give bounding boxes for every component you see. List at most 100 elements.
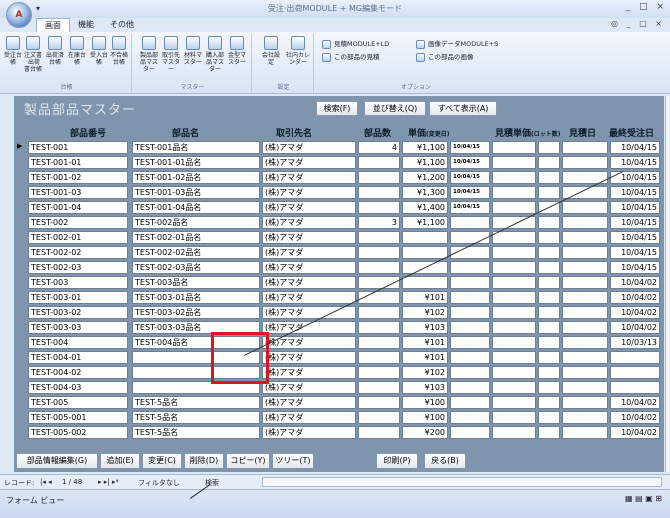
ledger-order-button[interactable]: 受注台帳 — [4, 36, 22, 66]
cell-date[interactable]: 10/04/15 — [450, 201, 490, 214]
cell-date[interactable] — [450, 351, 490, 364]
cell-last[interactable] — [610, 381, 660, 394]
cell-cust[interactable]: (株)アマダ — [262, 171, 356, 184]
table-row[interactable]: TEST-001-02 TEST-001-02品名 (株)アマダ ¥1,200 10/0… — [14, 170, 664, 185]
cell-no[interactable]: TEST-001-04 — [28, 201, 128, 214]
cell-qprice[interactable] — [492, 186, 536, 199]
cell-qdate[interactable] — [562, 351, 608, 364]
cell-qdate[interactable] — [562, 141, 608, 154]
table-row[interactable]: TEST-001-01 TEST-001-01品名 (株)アマダ ¥1,100 10/0… — [14, 155, 664, 170]
cell-last[interactable]: 10/04/02 — [610, 426, 660, 439]
close-icon[interactable]: × — [656, 2, 664, 12]
cell-no[interactable]: TEST-001 — [28, 141, 128, 154]
cell-date[interactable] — [450, 336, 490, 349]
quote-module-button[interactable]: 見積MODULE+LD — [322, 38, 389, 49]
cell-name[interactable]: TEST-002-03品名 — [132, 261, 260, 274]
cell-qlot[interactable] — [538, 231, 560, 244]
cell-count[interactable] — [358, 306, 400, 319]
cell-no[interactable]: TEST-001-01 — [28, 156, 128, 169]
cell-price[interactable]: ¥102 — [402, 366, 448, 379]
table-row[interactable]: TEST-002 TEST-002品名 (株)アマダ 3 ¥1,100 10/04/15 — [14, 215, 664, 230]
vertical-scrollbar[interactable] — [665, 96, 670, 472]
cell-cust[interactable]: (株)アマダ — [262, 141, 356, 154]
cell-price[interactable]: ¥103 — [402, 321, 448, 334]
filter-status[interactable]: フィルタなし — [138, 478, 180, 488]
cell-no[interactable]: TEST-001-02 — [28, 171, 128, 184]
calendar-button[interactable]: 社内カレンダー — [286, 36, 310, 66]
cell-price[interactable] — [402, 231, 448, 244]
print-button[interactable]: 印刷(P) — [376, 453, 418, 469]
cell-qprice[interactable] — [492, 396, 536, 409]
horizontal-scrollbar[interactable] — [262, 477, 662, 487]
cell-date[interactable] — [450, 366, 490, 379]
cell-count[interactable]: 4 — [358, 141, 400, 154]
cell-qlot[interactable] — [538, 366, 560, 379]
table-row[interactable]: TEST-004-03 (株)アマダ ¥103 — [14, 380, 664, 395]
cell-price[interactable] — [402, 276, 448, 289]
cell-qprice[interactable] — [492, 426, 536, 439]
table-row[interactable]: TEST-002-03 TEST-002-03品名 (株)アマダ 10/04/15 — [14, 260, 664, 275]
cell-qlot[interactable] — [538, 381, 560, 394]
doc-minimize-icon[interactable]: _ — [627, 19, 631, 28]
master-purchase-button[interactable]: 購入部品マスター — [204, 36, 226, 73]
cell-qdate[interactable] — [562, 396, 608, 409]
delete-button[interactable]: 削除(D) — [184, 453, 224, 469]
search-button[interactable]: 検索(F) — [316, 101, 358, 116]
cell-price[interactable]: ¥200 — [402, 426, 448, 439]
cell-qprice[interactable] — [492, 201, 536, 214]
cell-date[interactable] — [450, 216, 490, 229]
cell-last[interactable]: 10/04/02 — [610, 306, 660, 319]
cell-qlot[interactable] — [538, 291, 560, 304]
cell-count[interactable] — [358, 171, 400, 184]
cell-count[interactable] — [358, 366, 400, 379]
cell-name[interactable]: TEST-001品名 — [132, 141, 260, 154]
doc-close-icon[interactable]: × — [655, 19, 662, 28]
cell-count[interactable] — [358, 156, 400, 169]
cell-qdate[interactable] — [562, 336, 608, 349]
cell-name[interactable]: TEST-001-04品名 — [132, 201, 260, 214]
tab-other[interactable]: その他 — [102, 18, 142, 32]
cell-name[interactable]: TEST-002品名 — [132, 216, 260, 229]
cell-price[interactable]: ¥101 — [402, 336, 448, 349]
cell-qlot[interactable] — [538, 396, 560, 409]
cell-no[interactable]: TEST-003-03 — [28, 321, 128, 334]
cell-count[interactable] — [358, 321, 400, 334]
cell-qlot[interactable] — [538, 246, 560, 259]
doc-restore-icon[interactable]: □ — [639, 19, 647, 28]
first-record-icon[interactable]: |◂ ◂ — [40, 478, 52, 486]
cell-qlot[interactable] — [538, 351, 560, 364]
cell-last[interactable]: 10/04/02 — [610, 396, 660, 409]
tab-function[interactable]: 機能 — [70, 18, 102, 32]
cell-qlot[interactable] — [538, 276, 560, 289]
cell-qprice[interactable] — [492, 306, 536, 319]
ledger-receive-button[interactable]: 受入台帳 — [90, 36, 108, 66]
master-material-button[interactable]: 材料マスター — [182, 36, 204, 66]
cell-no[interactable]: TEST-005-002 — [28, 426, 128, 439]
cell-qlot[interactable] — [538, 426, 560, 439]
maximize-icon[interactable]: □ — [639, 2, 648, 12]
cell-count[interactable] — [358, 336, 400, 349]
change-button[interactable]: 変更(C) — [142, 453, 182, 469]
cell-count[interactable] — [358, 186, 400, 199]
cell-no[interactable]: TEST-004-03 — [28, 381, 128, 394]
copy-button[interactable]: コピー(Y) — [226, 453, 270, 469]
image-module-button[interactable]: 画像データMODULE+S — [416, 38, 498, 49]
cell-date[interactable] — [450, 381, 490, 394]
cell-cust[interactable]: (株)アマダ — [262, 396, 356, 409]
cell-price[interactable] — [402, 246, 448, 259]
cell-last[interactable] — [610, 351, 660, 364]
cell-count[interactable] — [358, 261, 400, 274]
cell-qdate[interactable] — [562, 246, 608, 259]
cell-last[interactable]: 10/04/02 — [610, 291, 660, 304]
cell-qprice[interactable] — [492, 411, 536, 424]
cell-last[interactable]: 10/03/13 — [610, 336, 660, 349]
cell-name[interactable]: TEST-003-03品名 — [132, 321, 260, 334]
tree-button[interactable]: ツリー(T) — [272, 453, 314, 469]
cell-qlot[interactable] — [538, 336, 560, 349]
cell-name[interactable] — [132, 381, 260, 394]
table-row[interactable]: TEST-005-001 TEST-5品名 (株)アマダ ¥100 10/04/02 — [14, 410, 664, 425]
cell-no[interactable]: TEST-002-03 — [28, 261, 128, 274]
cell-date[interactable] — [450, 411, 490, 424]
cell-qprice[interactable] — [492, 246, 536, 259]
cell-price[interactable]: ¥1,100 — [402, 141, 448, 154]
